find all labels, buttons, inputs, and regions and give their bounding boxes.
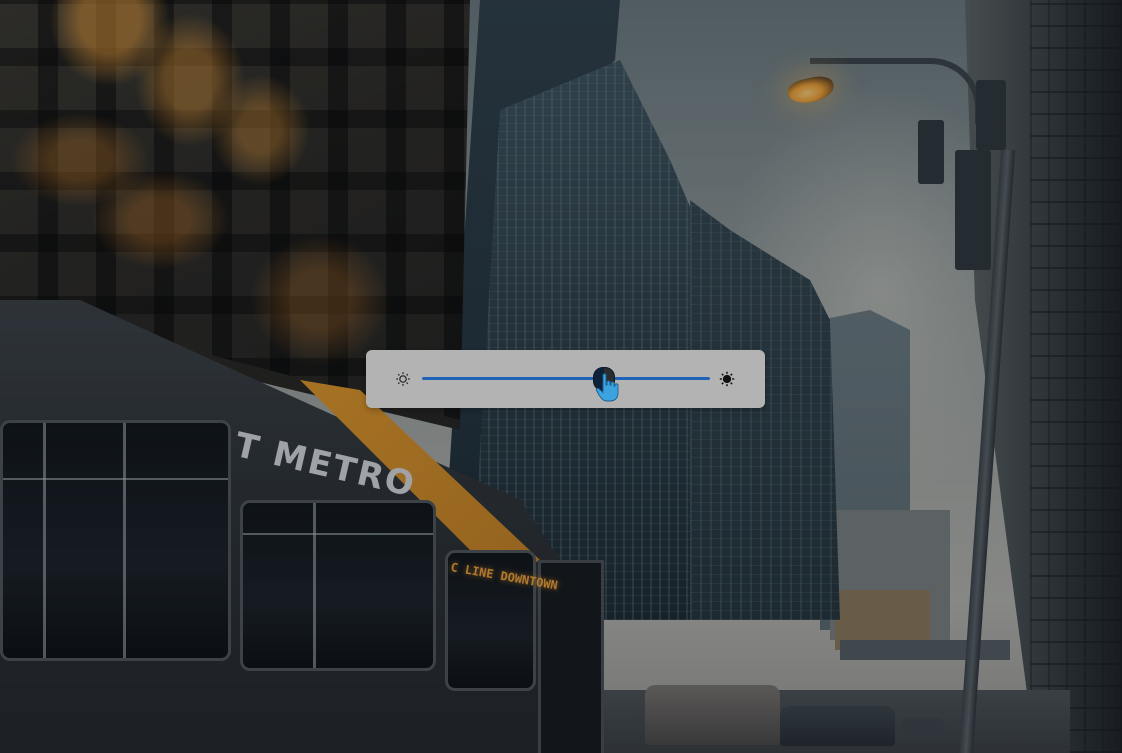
hand-pointer-icon	[595, 372, 621, 402]
brightness-slider-remaining	[613, 377, 710, 380]
brightness-low-icon[interactable]	[394, 370, 412, 388]
brightness-high-icon[interactable]	[718, 370, 736, 388]
brightness-slider-track[interactable]	[422, 377, 710, 380]
brightness-slider-panel	[366, 350, 765, 408]
brightness-slider-fill	[422, 377, 603, 380]
